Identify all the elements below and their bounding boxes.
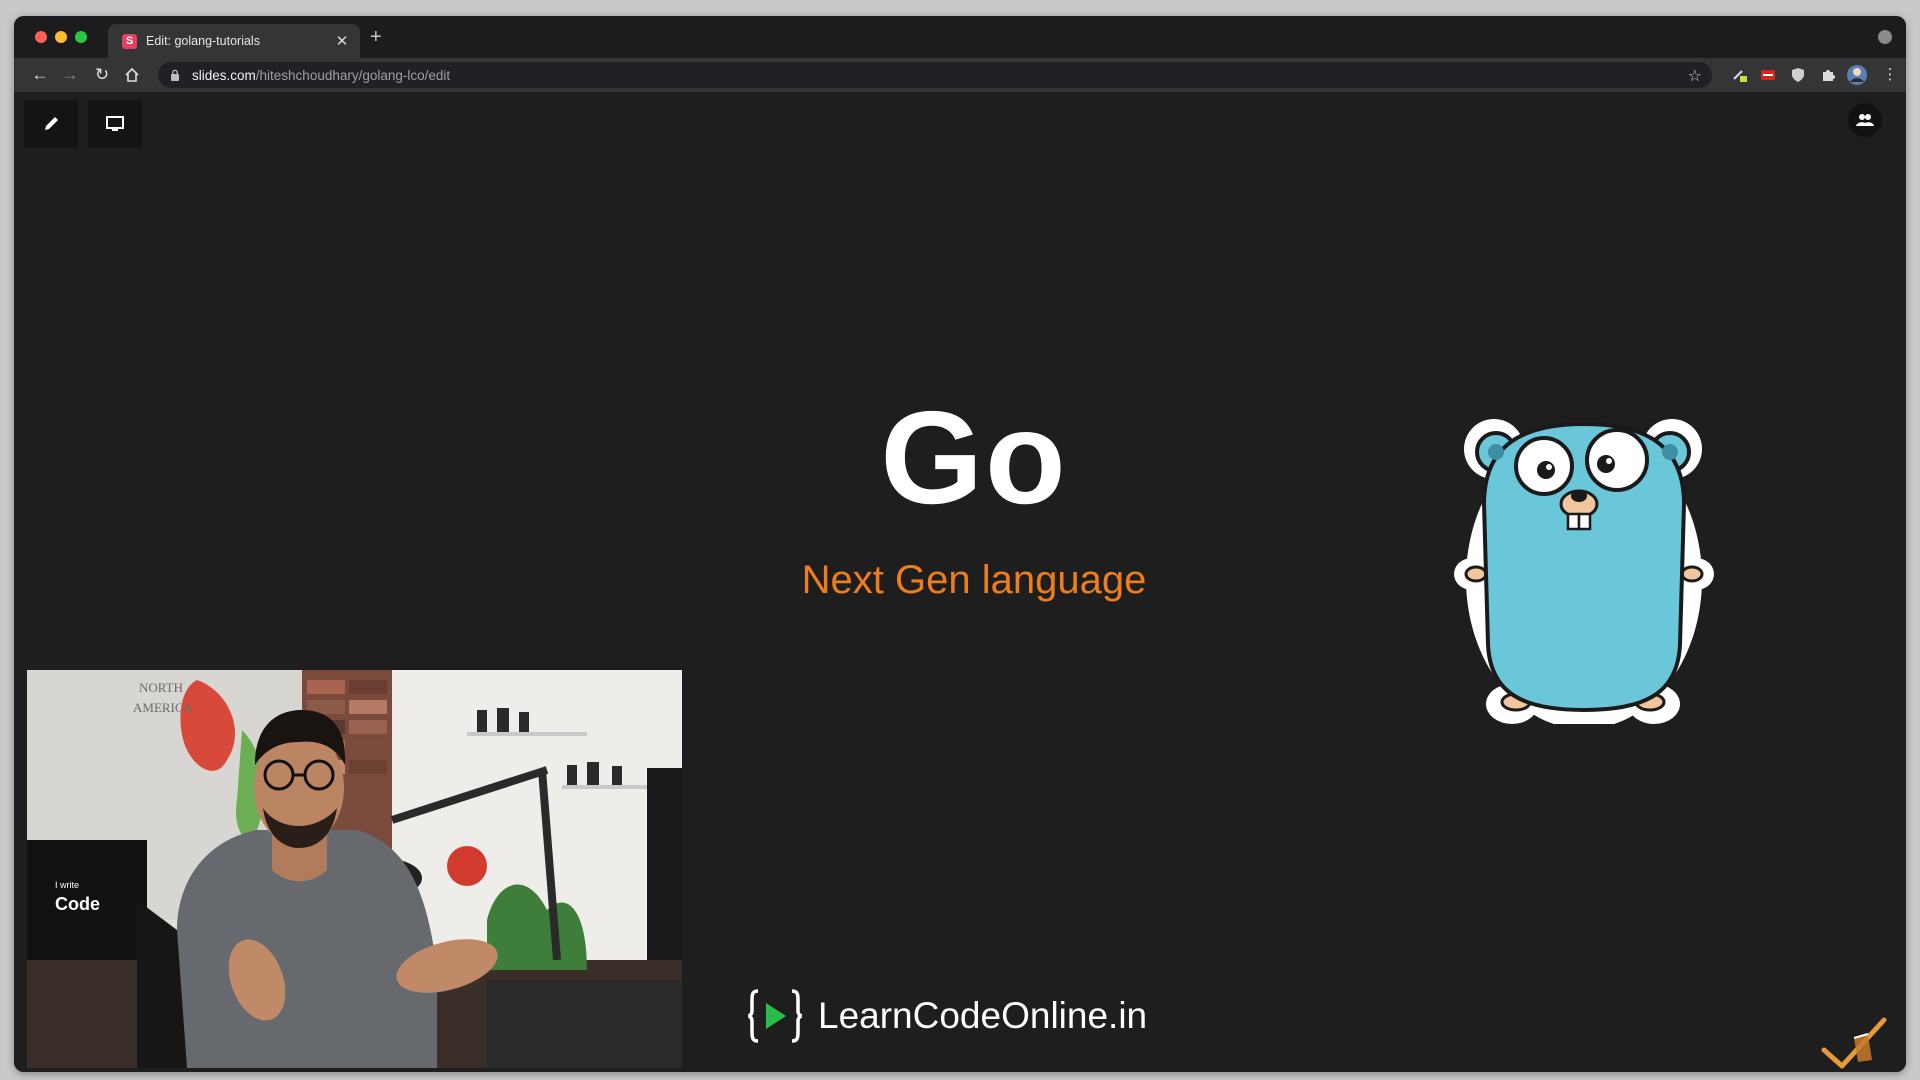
- browser-toolbar: ← → ↻ slides.com/hiteshchoudhary/golang-…: [14, 58, 1906, 92]
- browser-tab[interactable]: S Edit: golang-tutorials ✕: [108, 24, 360, 58]
- webcam-video: NORTH AMERICA I write Code: [27, 670, 682, 1068]
- slide-canvas: Go Next Gen language NORTH AMERICA I wri…: [14, 92, 1906, 1072]
- learncodeonline-logo-icon: [748, 989, 802, 1043]
- profile-avatar-icon[interactable]: [1846, 64, 1868, 86]
- close-window-button[interactable]: [35, 31, 47, 43]
- slide-subtitle[interactable]: Next Gen language: [674, 560, 1274, 600]
- monitor-text-small: I write: [55, 880, 79, 890]
- browser-menu-icon[interactable]: ⋮: [1880, 65, 1900, 85]
- home-icon[interactable]: [122, 65, 142, 85]
- map-label-america: AMERICA: [133, 700, 194, 715]
- tab-title: Edit: golang-tutorials: [146, 34, 260, 48]
- url-text: slides.com/hiteshchoudhary/golang-lco/ed…: [192, 67, 451, 83]
- extensions-puzzle-icon[interactable]: [1820, 67, 1836, 83]
- go-gopher-image[interactable]: [1454, 404, 1714, 724]
- lock-icon: [171, 69, 179, 81]
- users-icon: [1856, 114, 1874, 126]
- reload-icon[interactable]: ↻: [92, 65, 112, 85]
- extension-shield-icon[interactable]: [1790, 67, 1806, 83]
- map-label-north: NORTH: [139, 680, 183, 695]
- back-arrow-icon[interactable]: ←: [30, 65, 50, 85]
- chrome-menu-dot-icon[interactable]: [1878, 30, 1892, 44]
- address-bar[interactable]: slides.com/hiteshchoudhary/golang-lco/ed…: [158, 62, 1712, 88]
- new-tab-button[interactable]: +: [370, 26, 382, 49]
- slide-title[interactable]: Go: [674, 392, 1274, 524]
- edit-pencil-button[interactable]: [24, 100, 78, 148]
- monitor-icon: [106, 116, 124, 131]
- slides-favicon-icon: S: [122, 33, 137, 49]
- brand-text: LearnCodeOnline.in: [818, 995, 1148, 1036]
- pencil-icon: [45, 117, 58, 130]
- bookmark-star-icon[interactable]: ☆: [1688, 66, 1702, 86]
- presenter-video-frame: NORTH AMERICA I write Code: [27, 670, 682, 1068]
- present-button[interactable]: [88, 100, 142, 148]
- learncodeonline-brand[interactable]: LearnCodeOnline.in: [748, 986, 1147, 1046]
- monitor-text-large: Code: [55, 894, 100, 914]
- maximize-window-button[interactable]: [75, 31, 87, 43]
- extension-pen-icon[interactable]: [1732, 67, 1748, 83]
- extension-red-icon[interactable]: [1760, 67, 1776, 83]
- browser-window: S Edit: golang-tutorials ✕ + ← → ↻ slide…: [14, 16, 1906, 1072]
- forward-arrow-icon[interactable]: →: [60, 65, 80, 85]
- tab-close-icon[interactable]: ✕: [334, 32, 350, 50]
- channel-checkmark-logo-icon: [1821, 1017, 1887, 1069]
- tab-strip: S Edit: golang-tutorials ✕ +: [14, 16, 1906, 58]
- collaborators-button[interactable]: [1848, 103, 1882, 137]
- minimize-window-button[interactable]: [55, 31, 67, 43]
